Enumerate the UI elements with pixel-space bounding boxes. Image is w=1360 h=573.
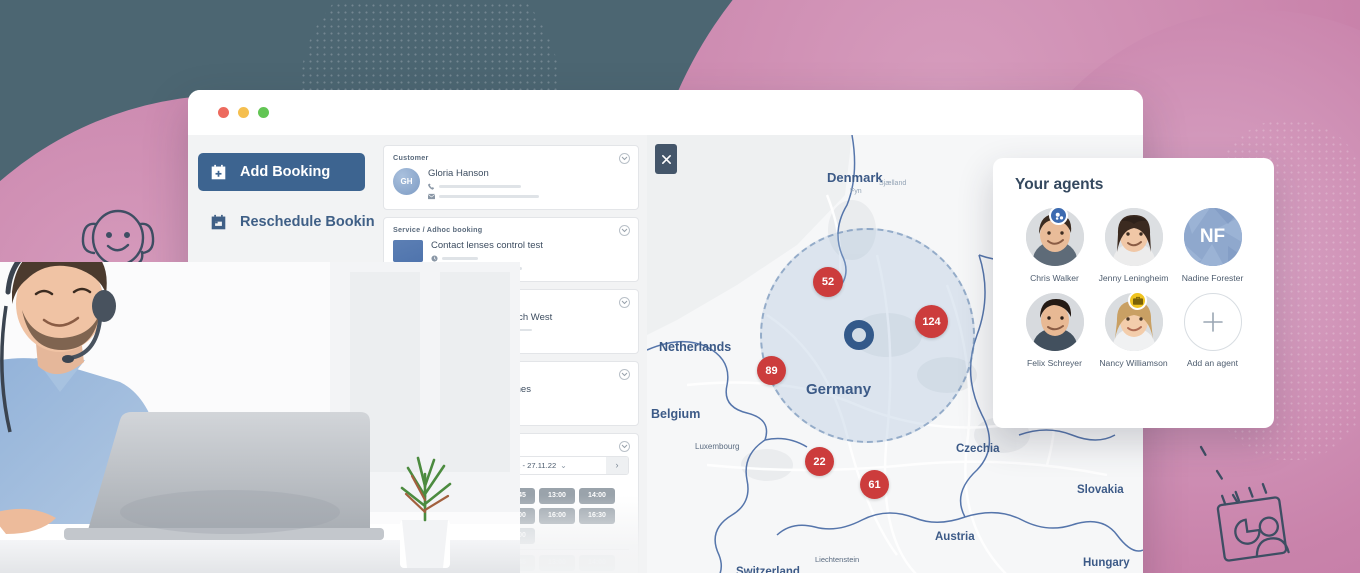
agent-card[interactable]: Felix Schreyer bbox=[1015, 293, 1094, 368]
chevron-down-icon: ⌄ bbox=[560, 460, 567, 470]
collapse-toggle[interactable] bbox=[619, 296, 630, 308]
sidebar-item-label: Add Booking bbox=[240, 164, 331, 180]
phone-icon bbox=[428, 183, 435, 190]
clock-icon bbox=[431, 255, 438, 262]
briefcase-badge-icon bbox=[1128, 291, 1147, 310]
add-agent-label: Add an agent bbox=[1186, 358, 1239, 368]
mail-icon bbox=[428, 193, 435, 199]
window-maximize-dot[interactable] bbox=[258, 107, 269, 118]
map-label-sjaelland: Sjælland bbox=[879, 180, 907, 187]
window-close-dot[interactable] bbox=[218, 107, 229, 118]
card-title: Customer bbox=[393, 153, 429, 162]
sidebar-item-reschedule-booking[interactable]: Reschedule Booking bbox=[198, 203, 383, 241]
window-minimize-dot[interactable] bbox=[238, 107, 249, 118]
map-marker-cluster[interactable]: 52 bbox=[813, 267, 843, 297]
sidebar-item-add-booking[interactable]: Add Booking bbox=[198, 153, 365, 191]
service-name: Contact lenses control test bbox=[431, 239, 543, 251]
map-marker-cluster[interactable]: 61 bbox=[860, 470, 889, 499]
map-label-belgium: Belgium bbox=[651, 407, 701, 421]
customer-email-row bbox=[428, 193, 629, 200]
map-marker-cluster[interactable]: 124 bbox=[915, 305, 948, 338]
agent-card[interactable]: Nancy Williamson bbox=[1094, 291, 1173, 368]
window-titlebar bbox=[188, 90, 1143, 135]
support-agent-photo bbox=[0, 262, 520, 573]
map-label-czechia: Czechia bbox=[956, 443, 1000, 455]
plus-icon bbox=[1202, 312, 1223, 332]
agent-card[interactable]: Jenny Leningheim bbox=[1094, 208, 1173, 283]
redacted-bar bbox=[439, 185, 521, 188]
collapse-toggle[interactable] bbox=[619, 440, 630, 452]
map-label-denmark: Denmark bbox=[827, 170, 883, 185]
avatar-initials-text: NF bbox=[1199, 226, 1226, 247]
agent-name: Felix Schreyer bbox=[1027, 358, 1082, 368]
customer-avatar: GH bbox=[393, 168, 420, 195]
avatar-photo bbox=[1025, 293, 1084, 351]
settings-badge-icon bbox=[1049, 206, 1068, 225]
map-label-liechtenstein: Liechtenstein bbox=[815, 555, 860, 564]
avatar bbox=[1104, 208, 1163, 266]
redacted-bar bbox=[442, 257, 478, 260]
map-close-button[interactable] bbox=[655, 144, 677, 174]
collapse-toggle[interactable] bbox=[619, 368, 630, 380]
map-center-marker bbox=[844, 320, 874, 350]
support-agent-illustration bbox=[0, 262, 520, 573]
agents-grid: Chris Walker Jenny Leningheim NF Nadine … bbox=[1015, 206, 1252, 368]
agent-card[interactable]: Chris Walker bbox=[1015, 206, 1094, 283]
map-label-fyn: Fyn bbox=[850, 188, 862, 195]
chevron-down-icon bbox=[621, 444, 628, 448]
avatar-photo bbox=[1104, 208, 1163, 266]
chevron-down-icon bbox=[621, 228, 628, 233]
week-next-button[interactable]: › bbox=[606, 456, 628, 474]
customer-card: Customer GH Gloria Hanson bbox=[383, 145, 639, 210]
agent-name: Nancy Williamson bbox=[1099, 358, 1168, 368]
map-label-germany: Germany bbox=[806, 381, 872, 398]
agent-name: Nadine Forester bbox=[1181, 273, 1244, 283]
your-agents-panel: Your agents Chris Walker Jenny Leninghei… bbox=[993, 158, 1274, 428]
chevron-down-icon bbox=[621, 156, 628, 161]
close-icon bbox=[661, 154, 671, 164]
map-label-hungary: Hungary bbox=[1083, 557, 1130, 569]
map-label-slovakia: Slovakia bbox=[1077, 484, 1124, 496]
customer-phone-row bbox=[428, 183, 629, 190]
avatar-initials: NF bbox=[1183, 208, 1242, 266]
map-label-switzerland: Switzerland bbox=[736, 566, 800, 573]
agents-panel-title: Your agents bbox=[1015, 176, 1104, 193]
service-duration-row bbox=[431, 255, 629, 262]
agent-name: Chris Walker bbox=[1030, 273, 1079, 283]
map-label-netherlands: Netherlands bbox=[659, 340, 732, 354]
agent-card[interactable]: NF Nadine Forester bbox=[1173, 208, 1252, 283]
avatar bbox=[1025, 293, 1084, 351]
redacted-bar bbox=[439, 195, 539, 198]
gear-icon bbox=[1055, 212, 1063, 220]
card-title: Service / Adhoc booking bbox=[393, 224, 483, 234]
collapse-toggle[interactable] bbox=[619, 224, 630, 236]
map-label-luxembourg: Luxembourg bbox=[695, 442, 740, 451]
agent-name: Jenny Leningheim bbox=[1098, 273, 1169, 283]
service-thumbnail bbox=[393, 239, 423, 262]
add-agent-card[interactable]: Add an agent bbox=[1173, 293, 1252, 368]
chevron-down-icon bbox=[621, 300, 628, 304]
collapse-toggle[interactable] bbox=[619, 153, 630, 164]
calendar-refresh-icon bbox=[211, 214, 226, 229]
map-label-austria: Austria bbox=[935, 531, 975, 543]
chevron-down-icon bbox=[621, 372, 628, 376]
sidebar-item-label: Reschedule Booking bbox=[240, 214, 384, 230]
calendar-plus-icon bbox=[211, 164, 226, 179]
screenshot-root: Add Booking Reschedule Booking Customer … bbox=[0, 0, 1360, 573]
map-marker-cluster[interactable]: 89 bbox=[757, 356, 786, 385]
briefcase-icon bbox=[1132, 296, 1143, 305]
customer-name: Gloria Hanson bbox=[428, 168, 489, 179]
map-marker-cluster[interactable]: 22 bbox=[805, 447, 834, 476]
add-agent-button[interactable] bbox=[1183, 293, 1242, 351]
